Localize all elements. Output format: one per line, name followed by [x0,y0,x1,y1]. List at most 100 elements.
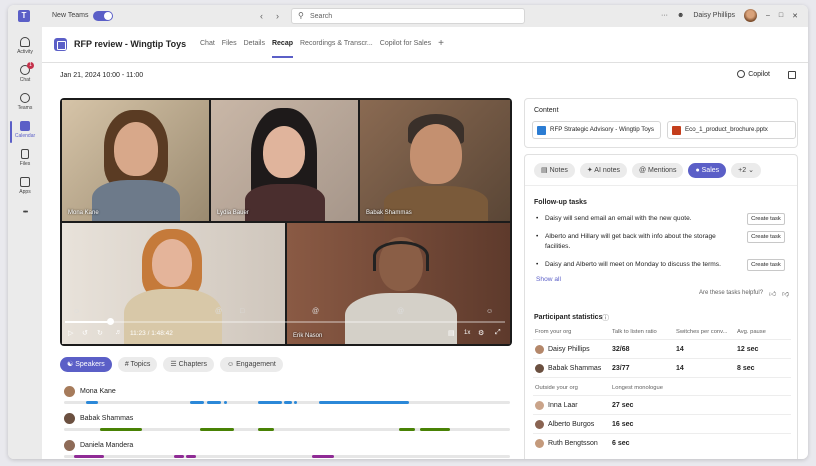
rewind-icon[interactable]: ↺ [82,329,88,337]
person-face [114,122,158,176]
new-teams-toggle[interactable] [93,11,113,21]
app-rail: Activity 1 Chat Teams Calendar Files App… [8,27,42,459]
speaking-segment [207,401,221,404]
forward-arrow-icon[interactable]: › [276,11,279,21]
pill-label: +2 [738,167,747,174]
speaking-segment [312,455,334,458]
thumbs-up-icon[interactable]: 👍︎ [769,289,776,298]
tab-copilot-for-sales[interactable]: Copilot for Sales [380,40,431,58]
meeting-header: RFP review - Wingtip Toys Chat Files Det… [42,27,808,63]
person-marker-icon[interactable]: ☺ [73,308,80,315]
file-card[interactable]: RFP Strategic Advisory - Wingtip Toys [532,121,661,139]
show-all-link[interactable]: Show all [536,276,561,283]
stats-header: Switches per conv... [676,329,728,335]
rail-item-apps[interactable]: Apps [8,177,42,195]
close-button[interactable]: ✕ [792,12,798,20]
thumbs-down-icon[interactable]: 👎︎ [782,289,789,298]
tab-topics[interactable]: # Topics [117,357,158,372]
tab-engagement[interactable]: ☺ Engagement [220,357,283,372]
mention-marker-icon[interactable]: @ [397,308,404,315]
info-icon[interactable]: ⓘ [602,313,609,323]
forward-icon[interactable]: ↻ [97,329,103,337]
participant-name: Ruth Bengtsson [548,440,598,447]
speaker-row[interactable]: Mona Kane [64,386,510,406]
switches: 14 [676,346,684,353]
video-tile: Mona Kane [62,100,209,221]
maximize-button[interactable]: □ [779,12,783,19]
file-card[interactable]: Eco_1_product_brochure.pptx [667,121,796,139]
captions-icon[interactable]: ▤ [448,329,455,337]
tab-mentions[interactable]: @ Mentions [631,163,684,178]
powerpoint-file-icon [672,126,681,135]
rail-item-activity[interactable]: Activity [8,37,42,55]
speed-icon[interactable]: 1x [464,330,470,336]
divider [533,377,791,378]
person-face [152,239,192,287]
speaker-name: Babak Shammas [80,415,134,422]
avatar [64,413,75,424]
rail-more-icon[interactable]: ••• [8,209,42,216]
tab-files[interactable]: Files [222,40,237,58]
list-icon: ☰ [170,361,179,368]
tab-chat[interactable]: Chat [200,40,215,58]
tab-chapters[interactable]: ☰ Chapters [163,357,215,372]
file-marker-icon[interactable]: □ [240,308,244,315]
popout-icon[interactable] [788,71,796,79]
tab-ai-notes[interactable]: ✦ AI notes [579,163,627,178]
teams-icon [20,93,30,103]
pill-label: Sales [701,167,720,174]
mention-marker-icon[interactable]: @ [312,308,319,315]
rail-item-files[interactable]: Files [8,149,42,167]
speaking-segment [258,401,282,404]
speaker-row[interactable]: Daniela Mandera [64,440,510,459]
person-body [345,293,457,344]
speaker-timeline[interactable] [64,455,510,458]
rail-item-calendar[interactable]: Calendar [8,121,42,139]
tab-notes[interactable]: ▤ Notes [534,163,575,178]
calendar-icon [20,121,30,131]
tab-details[interactable]: Details [244,40,265,58]
rail-item-chat[interactable]: 1 Chat [8,62,42,83]
minimize-button[interactable]: – [766,12,770,19]
fullscreen-icon[interactable]: ⤢ [495,329,501,337]
task-text: Alberto and Hillary will get back with i… [545,233,716,250]
copilot-button[interactable]: Copilot [737,70,770,78]
play-icon[interactable]: ▷ [68,329,73,337]
create-task-button[interactable]: Create task [747,259,785,271]
tab-recap[interactable]: Recap [271,40,293,58]
divider [533,433,791,434]
person-marker-icon[interactable]: ☺ [486,308,493,315]
create-task-button[interactable]: Create task [747,231,785,243]
tab-sales[interactable]: ● Sales [688,163,727,178]
rail-label: Apps [19,189,31,195]
talk-ratio: 32/68 [612,346,630,353]
avatar [535,345,544,354]
tile-name: Babak Shammas [366,210,412,216]
chip-label: Speakers [75,361,105,368]
create-task-button[interactable]: Create task [747,213,785,225]
more-options-icon[interactable]: ··· [661,12,668,19]
settings-icon[interactable]: ⚙ [478,329,484,337]
tab-more[interactable]: +2 ⌄ [731,163,761,178]
tab-recordings[interactable]: Recordings & Transcr... [300,40,373,58]
recording-player[interactable]: Mona Kane Lydia Bauer Babak Shammas Erik… [60,98,512,346]
back-arrow-icon[interactable]: ‹ [260,11,263,21]
rail-item-teams[interactable]: Teams [8,93,42,111]
speaker-timeline[interactable] [64,401,510,404]
speaker-timeline[interactable] [64,428,510,431]
search-input[interactable]: ⚲ Search [291,8,525,24]
content-title: Content [534,107,559,114]
chip-label: Chapters [178,361,208,368]
add-tab-icon[interactable]: + [438,39,444,58]
user-avatar[interactable] [743,9,757,22]
speaker-row[interactable]: Babak Shammas [64,413,510,433]
speaker-name: Daniela Mandera [80,442,134,449]
seek-bar[interactable] [65,318,505,325]
chip-label: Engagement [236,361,276,368]
volume-icon[interactable]: ♬ [115,329,122,336]
tab-speakers[interactable]: ☯ Speakers [60,357,112,372]
video-tile: Erik Nason [287,223,510,344]
mention-marker-icon[interactable]: @ [215,308,222,315]
speaking-segment [74,455,104,458]
org-icon[interactable]: ☻ [677,12,684,19]
